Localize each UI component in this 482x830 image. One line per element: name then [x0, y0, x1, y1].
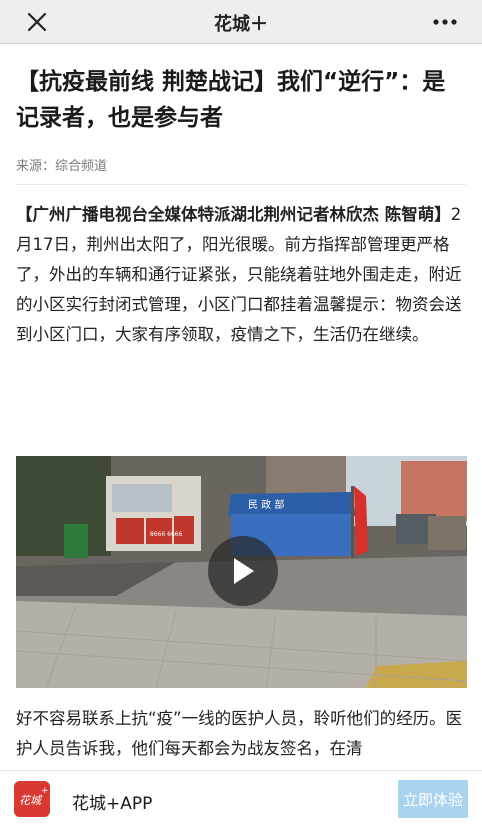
- close-button[interactable]: [22, 8, 52, 36]
- close-icon: [27, 12, 47, 32]
- tent-text: 民 政 部: [248, 498, 284, 511]
- divider: [16, 184, 466, 185]
- article-paragraph: 【广州广播电视台全媒体特派湖北荆州记者林欣杰 陈智萌】2月17日，荆州出太阳了，…: [16, 200, 468, 350]
- sign-number-text: 8666 6666: [150, 531, 183, 538]
- article-source: 来源：综合频道: [16, 159, 108, 174]
- play-button[interactable]: [208, 536, 278, 606]
- more-icon: [433, 19, 457, 25]
- app-logo-image: 花城 +: [14, 781, 50, 817]
- app-name: 花城+APP: [72, 794, 153, 814]
- svg-text:+: +: [41, 786, 49, 796]
- article-paragraph-2: 好不容易联系上抗“疫”一线的医护人员，聆听他们的经历。医护人员告诉我，他们每天都…: [16, 709, 463, 758]
- page-title: 花城＋: [214, 14, 268, 35]
- video-player[interactable]: 8666 6666 民 政 部: [16, 456, 467, 688]
- app-download-banner: 花城 + 花城+APP 立即体验: [0, 770, 482, 830]
- top-navigation-bar: 花城＋: [0, 0, 482, 44]
- app-logo-text: 花城: [19, 794, 43, 807]
- paragraph-text: 2月17日，荆州出太阳了，阳光很暖。前方指挥部管理更严格了，外出的车辆和通行证紧…: [16, 205, 462, 344]
- play-icon: [234, 558, 254, 584]
- article-title: 【抗疫最前线 荆楚战记】我们“逆行”：是记录者，也是参与者: [16, 69, 446, 131]
- reporter-byline: 【广州广播电视台全媒体特派湖北荆州记者林欣杰 陈智萌】: [16, 205, 451, 224]
- more-options-button[interactable]: [430, 10, 460, 34]
- open-app-button[interactable]: 立即体验: [398, 780, 468, 818]
- app-logo: 花城 +: [14, 781, 50, 817]
